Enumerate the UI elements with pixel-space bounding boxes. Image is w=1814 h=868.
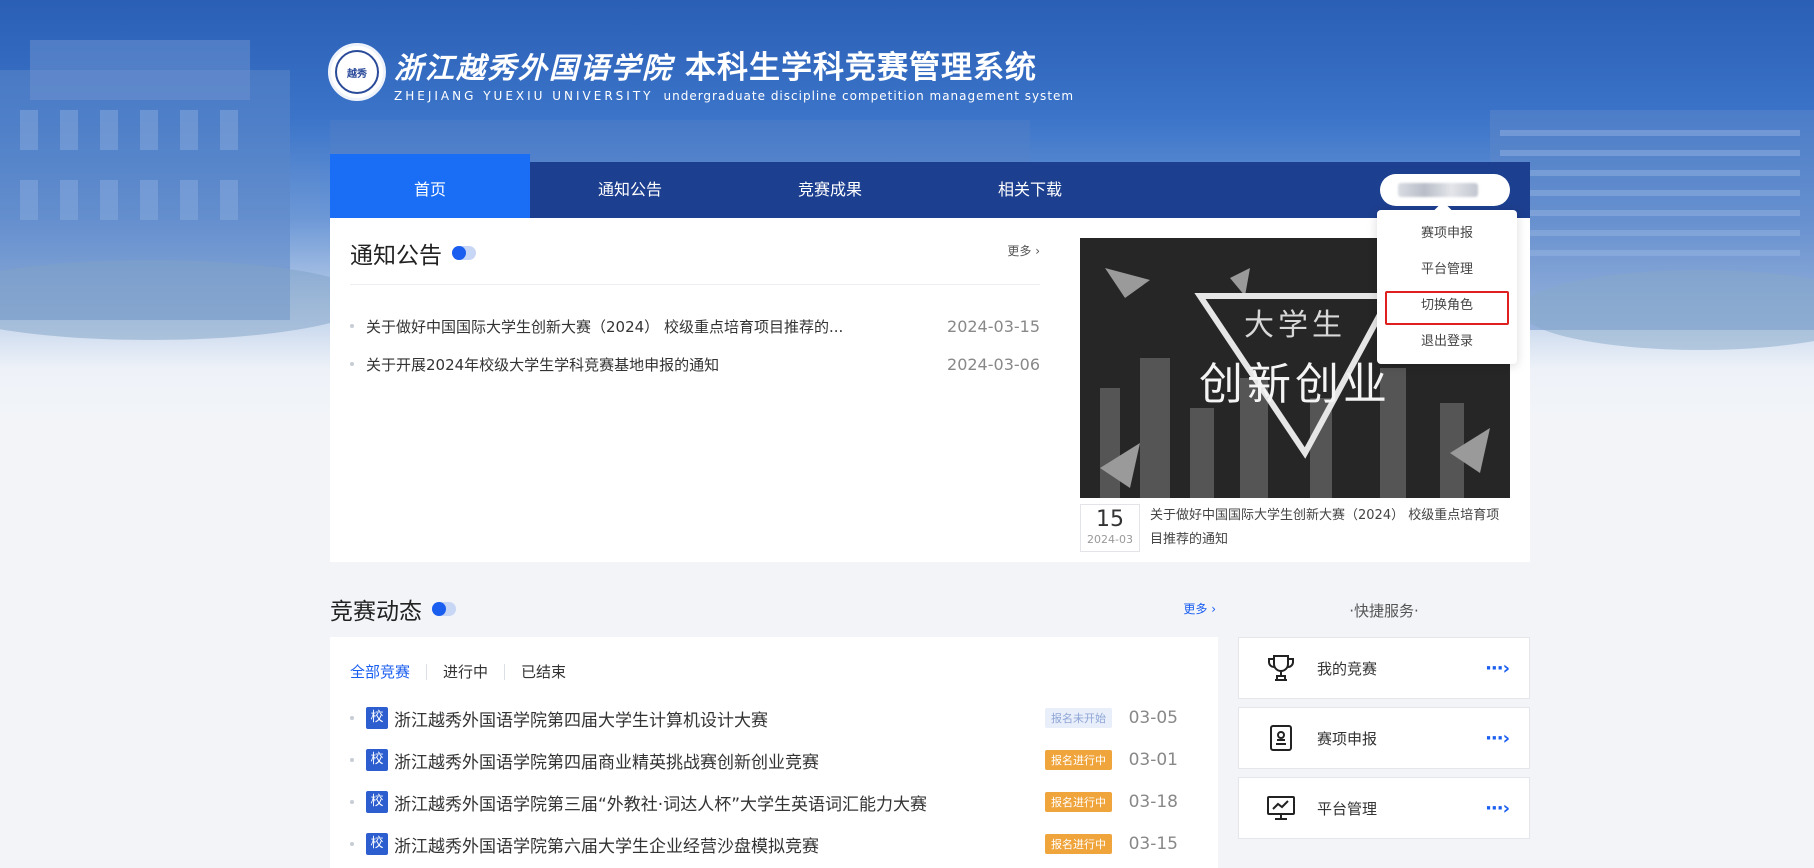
list-item[interactable]: 关于做好中国国际大学生创新大赛（2024） 校级重点培育项目推荐的... 202…: [350, 307, 1040, 345]
competition-item-date: 03-15: [1128, 834, 1178, 854]
nav-home[interactable]: 首页: [330, 154, 530, 218]
main-nav: 首页 通知公告 竞赛成果 相关下载: [330, 154, 1530, 218]
username-blurred: [1398, 183, 1478, 197]
nav-downloads[interactable]: 相关下载: [930, 162, 1130, 218]
bullet-icon: [350, 716, 354, 720]
title-decoration-icon: [452, 246, 476, 260]
competition-more-link[interactable]: 更多 ›: [1183, 600, 1216, 617]
school-name-en: ZHEJIANG YUEXIU UNIVERSITY: [394, 88, 654, 103]
competition-item-date: 03-01: [1128, 750, 1178, 770]
bullet-icon: [350, 324, 354, 328]
quick-my-competitions[interactable]: 我的竞赛 ···›: [1238, 637, 1530, 699]
status-badge: 报名进行中: [1045, 834, 1112, 854]
school-level-tag: 校: [366, 791, 388, 813]
bullet-icon: [350, 758, 354, 762]
list-item[interactable]: 关于开展2024年校级大学生学科竞赛基地申报的通知 2024-03-06: [350, 345, 1040, 383]
tab-separator: [426, 663, 428, 680]
title-decoration-icon: [432, 602, 456, 616]
competition-item-date: 03-18: [1128, 792, 1178, 812]
bullet-icon: [350, 800, 354, 804]
list-item[interactable]: 校 浙江越秀外国语学院第四届大学生计算机设计大赛 报名未开始 03-05: [350, 697, 1198, 739]
tab-ended[interactable]: 已结束: [521, 661, 566, 682]
tab-all[interactable]: 全部竞赛: [350, 661, 410, 682]
notice-list: 关于做好中国国际大学生创新大赛（2024） 校级重点培育项目推荐的... 202…: [350, 307, 1040, 383]
list-item[interactable]: 校 浙江越秀外国语学院第三届“外教社·词达人杯”大学生英语词汇能力大赛 报名进行…: [350, 781, 1198, 823]
emblem-inner: 越秀: [335, 50, 379, 94]
site-logo[interactable]: 越秀 浙江越秀外国语学院 本科生学科竞赛管理系统 ZHEJIANG YUEXIU…: [328, 40, 1074, 104]
school-level-tag: 校: [366, 749, 388, 771]
competition-item-title[interactable]: 浙江越秀外国语学院第四届大学生计算机设计大赛: [394, 706, 768, 731]
school-level-tag: 校: [366, 833, 388, 855]
competition-item-title[interactable]: 浙江越秀外国语学院第六届大学生企业经营沙盘模拟竞赛: [394, 832, 819, 857]
competition-tabs: 全部竞赛 进行中 已结束: [350, 661, 566, 682]
status-badge: 报名进行中: [1045, 792, 1112, 812]
quick-label: 赛项申报: [1317, 729, 1378, 748]
competition-header: 竞赛动态 更多 ›: [330, 592, 1216, 626]
competition-title: 竞赛动态: [330, 599, 422, 625]
menu-item-competition-apply[interactable]: 赛项申报: [1377, 216, 1517, 252]
monitor-chart-icon: [1263, 790, 1299, 826]
tab-ongoing[interactable]: 进行中: [443, 661, 488, 682]
notice-section: 通知公告 更多 › 关于做好中国国际大学生创新大赛（2024） 校级重点培育项目…: [350, 236, 1040, 383]
menu-item-switch-role[interactable]: 切换角色: [1377, 288, 1517, 325]
tab-separator: [504, 663, 506, 680]
quick-competition-apply[interactable]: 赛项申报 ···›: [1238, 707, 1530, 769]
nav-results[interactable]: 竞赛成果: [730, 162, 930, 218]
arrow-right-icon: ···›: [1485, 797, 1510, 819]
status-badge: 报名未开始: [1045, 708, 1112, 728]
featured-caption[interactable]: 关于做好中国国际大学生创新大赛（2024） 校级重点培育项目推荐的通知: [1150, 504, 1510, 552]
school-name-cn: 浙江越秀外国语学院: [394, 50, 674, 85]
status-badge: 报名进行中: [1045, 750, 1112, 770]
quick-label: 平台管理: [1317, 799, 1378, 818]
notice-item-title[interactable]: 关于开展2024年校级大学生学科竞赛基地申报的通知: [366, 354, 719, 375]
featured-year-month: 2024-03: [1087, 533, 1133, 546]
divider: [350, 284, 1040, 285]
menu-item-platform-admin[interactable]: 平台管理: [1377, 252, 1517, 288]
arrow-right-icon: ···›: [1485, 727, 1510, 749]
bullet-icon: [350, 842, 354, 846]
competition-list: 校 浙江越秀外国语学院第四届大学生计算机设计大赛 报名未开始 03-05 校 浙…: [350, 697, 1198, 865]
university-emblem-icon: 越秀: [328, 43, 386, 101]
competition-panel: 全部竞赛 进行中 已结束 校 浙江越秀外国语学院第四届大学生计算机设计大赛 报名…: [330, 637, 1218, 868]
school-level-tag: 校: [366, 707, 388, 729]
quick-services-title: ·快捷服务·: [1349, 602, 1419, 620]
arrow-right-icon: ···›: [1485, 657, 1510, 679]
user-dropdown-menu: 赛项申报 平台管理 切换角色 退出登录: [1377, 201, 1517, 364]
system-name-cn: 本科生学科竞赛管理系统: [685, 49, 1038, 86]
quick-label: 我的竞赛: [1317, 659, 1378, 678]
list-item[interactable]: 校 浙江越秀外国语学院第六届大学生企业经营沙盘模拟竞赛 报名进行中 03-15: [350, 823, 1198, 865]
user-menu-button[interactable]: [1380, 174, 1510, 206]
system-name-en: undergraduate discipline competition man…: [663, 88, 1075, 103]
badge-icon: [1263, 720, 1299, 756]
trophy-icon: [1263, 650, 1299, 686]
quick-platform-admin[interactable]: 平台管理 ···›: [1238, 777, 1530, 839]
competition-item-title[interactable]: 浙江越秀外国语学院第三届“外教社·词达人杯”大学生英语词汇能力大赛: [394, 790, 927, 815]
bullet-icon: [350, 362, 354, 366]
notice-item-date: 2024-03-06: [947, 354, 1040, 374]
notice-item-date: 2024-03-15: [947, 316, 1040, 336]
logo-text: 浙江越秀外国语学院 本科生学科竞赛管理系统 ZHEJIANG YUEXIU UN…: [394, 42, 1074, 103]
notice-item-title[interactable]: 关于做好中国国际大学生创新大赛（2024） 校级重点培育项目推荐的...: [366, 316, 843, 337]
nav-notices[interactable]: 通知公告: [530, 162, 730, 218]
list-item[interactable]: 校 浙江越秀外国语学院第四届商业精英挑战赛创新创业竞赛 报名进行中 03-01: [350, 739, 1198, 781]
notice-title: 通知公告: [350, 243, 442, 269]
top-content-panel: 通知公告 更多 › 关于做好中国国际大学生创新大赛（2024） 校级重点培育项目…: [330, 218, 1530, 562]
competition-item-title[interactable]: 浙江越秀外国语学院第四届商业精英挑战赛创新创业竞赛: [394, 748, 819, 773]
notice-more-link[interactable]: 更多 ›: [1007, 242, 1040, 259]
featured-day: 15: [1096, 507, 1124, 532]
menu-item-logout[interactable]: 退出登录: [1377, 324, 1517, 360]
competition-item-date: 03-05: [1128, 708, 1178, 728]
featured-date: 15 2024-03: [1080, 504, 1140, 552]
